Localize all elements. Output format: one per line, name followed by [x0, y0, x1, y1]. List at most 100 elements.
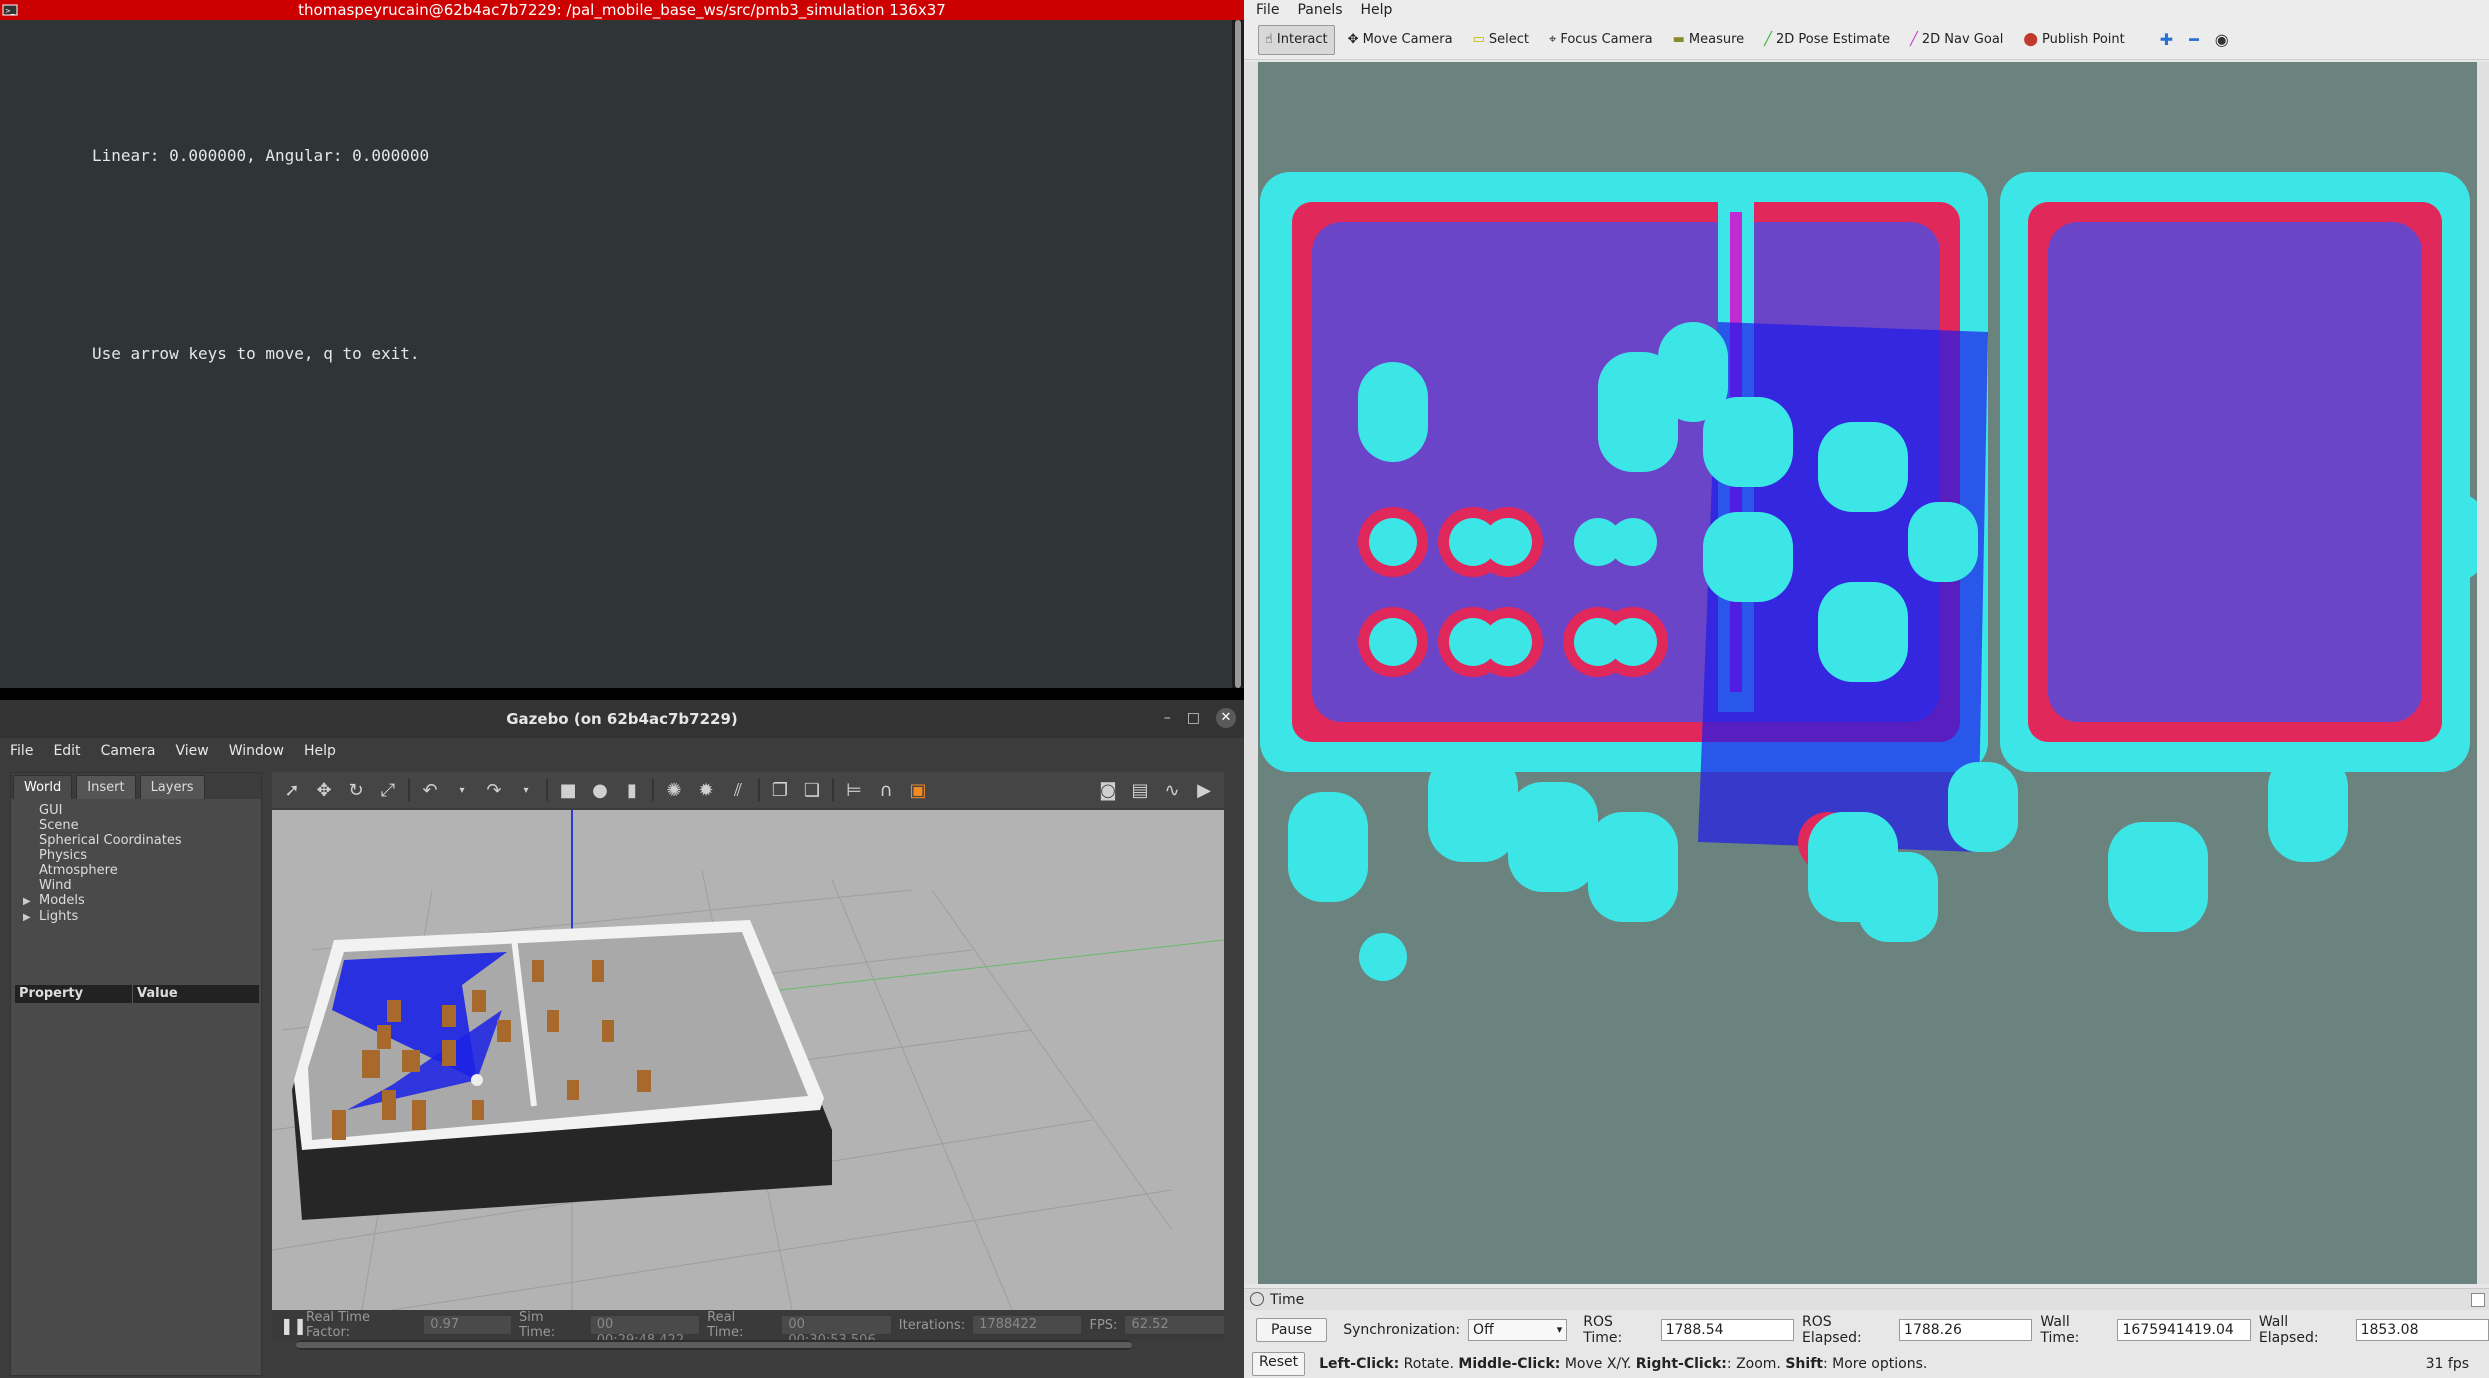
terminal-title: thomaspeyrucain@62b4ac7b7229: /pal_mobil… [298, 1, 946, 19]
ros-elapsed-field[interactable]: 1788.26 [1899, 1319, 2033, 1341]
map-pin-icon: ⬤ [2023, 32, 2038, 47]
copy-icon[interactable]: ❐ [768, 778, 792, 802]
restore-panel-icon[interactable] [2471, 1293, 2485, 1307]
eye-icon[interactable]: ◉ [2215, 30, 2229, 49]
rviz-window[interactable]: File Panels Help ☝ Interact ✥ Move Camera … [1244, 0, 2489, 1378]
plot-icon[interactable]: ∿ [1160, 778, 1184, 802]
measure-tool-label: Measure [1688, 32, 1745, 47]
log-icon[interactable]: ▤ [1128, 778, 1152, 802]
gazebo-menubar: File Edit Camera View Window Help [0, 738, 1244, 764]
interact-tool-button[interactable]: ☝ Interact [1258, 24, 1335, 55]
maximize-icon[interactable]: □ [1187, 710, 1200, 726]
property-column-header: Property [15, 985, 133, 1003]
gazebo-scrollbar[interactable] [296, 1340, 1132, 1350]
tree-item-models[interactable]: ▶ Models [23, 893, 261, 909]
translate-mode-icon[interactable]: ✥ [312, 778, 336, 802]
right-click-label: Right-Click: [1635, 1356, 1727, 1372]
rviz-menubar: File Panels Help [1244, 0, 2489, 20]
point-light-icon[interactable]: ✺ [662, 778, 686, 802]
paste-icon[interactable]: ❏ [800, 778, 824, 802]
video-record-icon[interactable]: ▶ [1192, 778, 1216, 802]
nav-goal-tool-button[interactable]: ╱ 2D Nav Goal [1903, 25, 2010, 55]
synchronization-select[interactable]: Off [1468, 1319, 1568, 1341]
tab-layers[interactable]: Layers [139, 775, 205, 799]
change-view-icon[interactable]: ▣ [906, 778, 930, 802]
gazebo-title-bar[interactable]: Gazebo (on 62b4ac7b7229) [0, 700, 1244, 738]
menu-help[interactable]: Help [1361, 0, 1393, 20]
menu-file[interactable]: File [1256, 0, 1279, 20]
rviz-3d-viewport[interactable] [1258, 62, 2477, 1284]
focus-camera-tool-button[interactable]: ⌖ Focus Camera [1542, 25, 1660, 55]
tab-world[interactable]: World [13, 775, 73, 799]
menu-view[interactable]: View [176, 738, 209, 764]
costmap-right-room-free [2048, 222, 2422, 722]
toolbar-separator [832, 779, 834, 801]
pink-arrow-icon: ╱ [1910, 32, 1918, 47]
tree-item-gui[interactable]: GUI [39, 803, 261, 818]
pause-button[interactable]: Pause [1256, 1318, 1328, 1342]
tree-item-wind[interactable]: Wind [39, 878, 261, 893]
minimize-icon[interactable]: – [1164, 710, 1171, 726]
wall-time-label: Wall Time: [2040, 1314, 2080, 1346]
middle-click-label: Middle-Click: [1458, 1356, 1561, 1372]
gazebo-window[interactable]: Gazebo (on 62b4ac7b7229) – □ ✕ File Edit… [0, 700, 1244, 1378]
directional-light-icon[interactable]: ⫽ [726, 778, 750, 802]
measure-tool-button[interactable]: ▬ Measure [1666, 25, 1752, 55]
rotate-mode-icon[interactable]: ↻ [344, 778, 368, 802]
undo-icon[interactable]: ↶ [418, 778, 442, 802]
tree-item-spherical-coordinates[interactable]: Spherical Coordinates [39, 833, 261, 848]
terminal-title-bar[interactable]: >_ thomaspeyrucain@62b4ac7b7229: /pal_mo… [0, 0, 1244, 20]
expand-arrow-icon[interactable]: ▶ [23, 894, 39, 909]
scale-mode-icon[interactable]: ⤢ [376, 778, 400, 802]
menu-edit[interactable]: Edit [53, 738, 80, 764]
remove-tool-icon[interactable]: ━ [2189, 30, 2199, 49]
tree-item-lights[interactable]: ▶ Lights [23, 909, 261, 925]
publish-point-tool-button[interactable]: ⬤ Publish Point [2016, 25, 2131, 55]
align-icon[interactable]: ⊨ [842, 778, 866, 802]
menu-window[interactable]: Window [229, 738, 284, 764]
spot-light-icon[interactable]: ✹ [694, 778, 718, 802]
terminal-scrollbar[interactable] [1232, 20, 1244, 688]
pause-icon[interactable]: ❚❚ [280, 1316, 307, 1335]
gazebo-scene [272, 810, 1224, 1310]
cylinder-shape-icon[interactable]: ▮ [620, 778, 644, 802]
expand-arrow-icon[interactable]: ▶ [23, 910, 39, 925]
interact-tool-label: Interact [1276, 32, 1328, 47]
costmap-view [1260, 172, 2477, 981]
menu-file[interactable]: File [10, 738, 33, 764]
rtf-label: Real Time Factor: [306, 1310, 370, 1340]
tab-insert[interactable]: Insert [76, 775, 136, 799]
rviz-toolbar: ☝ Interact ✥ Move Camera ▭ Select ⌖ Focus Ca… [1244, 20, 2489, 60]
snap-icon[interactable]: ∩ [874, 778, 898, 802]
left-dock-collapse[interactable] [1244, 62, 1258, 1284]
pose-estimate-tool-button[interactable]: ╱ 2D Pose Estimate [1757, 25, 1897, 55]
sphere-shape-icon[interactable]: ● [588, 778, 612, 802]
close-icon[interactable]: ✕ [1216, 708, 1236, 728]
tree-item-atmosphere[interactable]: Atmosphere [39, 863, 261, 878]
menu-camera[interactable]: Camera [101, 738, 156, 764]
select-tool-button[interactable]: ▭ Select [1466, 25, 1536, 55]
wall-elapsed-field[interactable]: 1853.08 [2355, 1319, 2489, 1341]
terminal-window[interactable]: >_ thomaspeyrucain@62b4ac7b7229: /pal_mo… [0, 0, 1244, 700]
select-mode-icon[interactable]: ➚ [280, 778, 304, 802]
gazebo-3d-viewport[interactable] [272, 810, 1224, 1310]
box-shape-icon[interactable]: ■ [556, 778, 580, 802]
wall-time-field[interactable]: 1675941419.04 [2117, 1319, 2251, 1341]
ros-time-field[interactable]: 1788.54 [1660, 1319, 1794, 1341]
menu-panels[interactable]: Panels [1297, 0, 1342, 20]
add-tool-icon[interactable]: ✚ [2160, 30, 2173, 49]
tree-item-physics[interactable]: Physics [39, 848, 261, 863]
undo-history-icon[interactable]: ▾ [450, 778, 474, 802]
right-dock-collapse[interactable] [2477, 62, 2489, 1284]
terminal-scrollbar-thumb[interactable] [1235, 20, 1241, 688]
hand-icon: ☝ [1265, 32, 1273, 47]
tree-item-scene[interactable]: Scene [39, 818, 261, 833]
redo-history-icon[interactable]: ▾ [514, 778, 538, 802]
gazebo-scrollbar-thumb[interactable] [296, 1342, 1132, 1348]
screenshot-icon[interactable]: ◙ [1096, 778, 1120, 802]
shift-desc: : More options. [1822, 1356, 1928, 1372]
reset-button[interactable]: Reset [1252, 1352, 1306, 1376]
redo-icon[interactable]: ↷ [482, 778, 506, 802]
move-camera-tool-button[interactable]: ✥ Move Camera [1341, 25, 1460, 55]
menu-help[interactable]: Help [304, 738, 336, 764]
